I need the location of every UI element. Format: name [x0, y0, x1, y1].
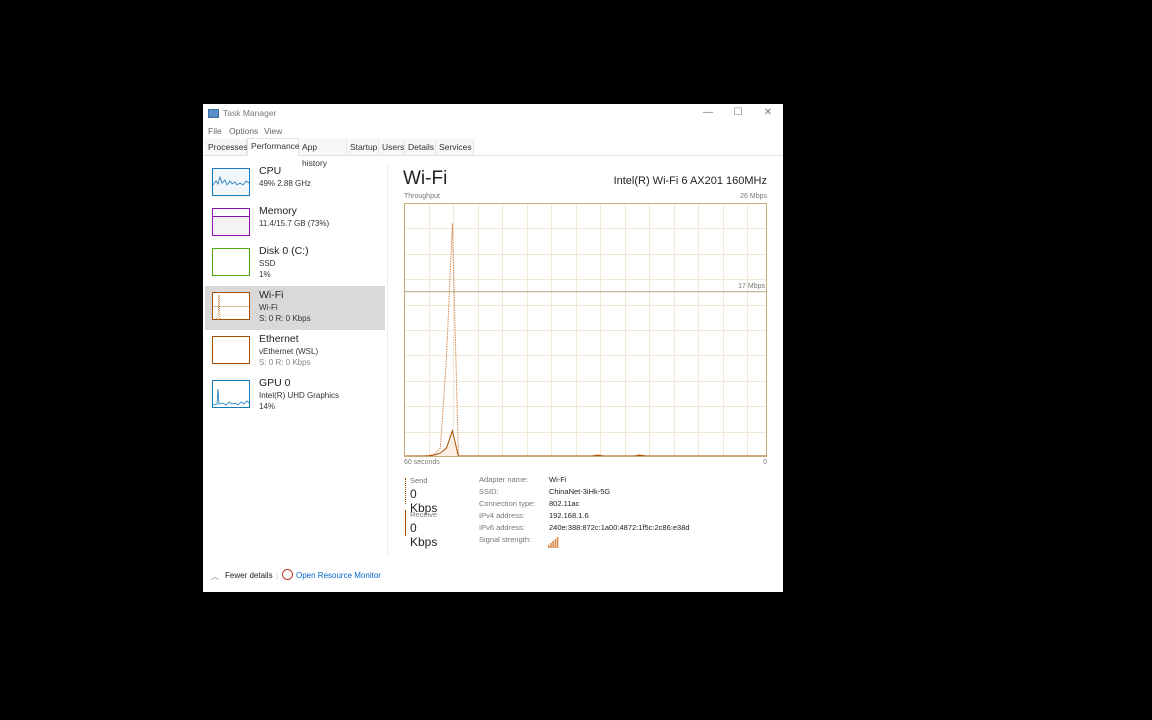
ethernet-thumbnail-graph: [212, 336, 250, 364]
title-bar[interactable]: Task Manager — ☐ ✕: [203, 104, 783, 124]
send-legend-marker: [405, 478, 406, 504]
sidebar-item-detail: SSD: [259, 259, 276, 268]
sidebar-item-cpu[interactable]: CPU 49% 2.88 GHz: [205, 162, 385, 204]
sidebar-item-detail: vEthernet (WSL): [259, 347, 319, 356]
signal-bar: [548, 545, 550, 548]
footer-divider: |: [276, 571, 279, 580]
y-max-label: 26 Mbps: [740, 193, 767, 200]
fewer-details-button[interactable]: Fewer details: [225, 571, 273, 580]
tab-services[interactable]: Services: [436, 139, 474, 155]
tab-app-history[interactable]: App history: [299, 139, 347, 168]
cpu-thumbnail-graph: [212, 168, 250, 196]
detail-value: ChinaNet-3iHk-5G: [549, 487, 611, 496]
close-button[interactable]: ✕: [753, 104, 783, 124]
panel-divider[interactable]: [387, 164, 388, 556]
resource-monitor-icon: [282, 569, 293, 580]
receive-label: Receive: [410, 510, 438, 519]
wifi-thumbnail-line: [215, 294, 221, 319]
sidebar-item-detail: Intel(R) UHD Graphics: [259, 391, 340, 400]
adapter-model: Intel(R) Wi-Fi 6 AX201 160MHz: [613, 175, 767, 187]
signal-bar: [552, 541, 554, 548]
performance-sidebar: CPU 49% 2.88 GHz Memory 11.4/15.7 GB (73…: [203, 160, 388, 560]
signal-bar: [556, 537, 559, 548]
menu-options[interactable]: Options: [229, 126, 258, 136]
sidebar-item-throughput: S: 0 R: 0 Kbps: [259, 358, 311, 367]
detail-key: IPv6 address:: [479, 523, 525, 532]
detail-key: IPv4 address:: [479, 511, 525, 520]
detail-value: 192.168.1.6: [549, 511, 589, 520]
maximize-button[interactable]: ☐: [723, 104, 753, 124]
sidebar-item-name: Disk 0 (C:): [259, 245, 309, 257]
sidebar-item-memory[interactable]: Memory 11.4/15.7 GB (73%): [205, 202, 385, 244]
sidebar-item-name: Ethernet: [259, 333, 299, 345]
sidebar-item-throughput: S: 0 R: 0 Kbps: [259, 314, 311, 323]
signal-bar: [550, 543, 552, 548]
sidebar-item-name: Memory: [259, 205, 297, 217]
detail-value: Wi-Fi: [549, 475, 567, 484]
throughput-chart: [404, 203, 767, 457]
minimize-button[interactable]: —: [693, 104, 723, 124]
detail-key: Connection type:: [479, 499, 536, 508]
chart-title: Throughput: [404, 193, 440, 200]
sidebar-item-usage: 14%: [259, 402, 276, 411]
menu-view[interactable]: View: [264, 126, 282, 136]
detail-value: 240e:388:872c:1a00:4872:1f5c:2c86:e38d: [549, 523, 690, 532]
detail-key: Signal strength:: [479, 535, 532, 544]
wifi-thumbnail-graph: [212, 292, 250, 320]
sidebar-item-detail: 11.4/15.7 GB (73%): [259, 219, 330, 228]
sidebar-item-disk[interactable]: Disk 0 (C:) SSD 1%: [205, 242, 385, 284]
sidebar-item-ethernet[interactable]: Ethernet vEthernet (WSL) S: 0 R: 0 Kbps: [205, 330, 385, 372]
window-title: Task Manager: [223, 108, 277, 118]
detail-value: 802.11ac: [549, 499, 580, 508]
chevron-up-icon[interactable]: ︿: [211, 571, 219, 582]
gpu-thumbnail-line: [213, 388, 249, 406]
sidebar-item-detail: Wi-Fi: [259, 303, 278, 312]
tab-details[interactable]: Details: [405, 139, 436, 155]
tab-performance[interactable]: Performance: [247, 138, 300, 156]
receive-value: 0 Kbps: [410, 521, 438, 549]
sidebar-item-detail: 49% 2.88 GHz: [259, 179, 312, 188]
open-resource-monitor-link[interactable]: Open Resource Monitor: [296, 571, 381, 580]
page-title: Wi-Fi: [403, 168, 448, 189]
send-label: Send: [410, 476, 428, 485]
tab-bar: Processes Performance App history Startu…: [203, 138, 783, 168]
cpu-thumbnail-line: [213, 175, 249, 186]
memory-thumbnail-graph: [212, 208, 250, 236]
disk-thumbnail-graph: [212, 248, 250, 276]
sidebar-item-name: CPU: [259, 165, 282, 177]
x-axis-right-label: 0: [763, 459, 767, 466]
detail-key: Adapter name:: [479, 475, 529, 484]
signal-strength-icon: [548, 535, 560, 553]
memory-fill: [213, 216, 249, 235]
tab-users[interactable]: Users: [379, 139, 405, 155]
reference-line-label: 17 Mbps: [738, 282, 765, 290]
sidebar-item-name: Wi-Fi: [259, 289, 284, 301]
gpu-thumbnail-graph: [212, 380, 250, 408]
x-axis-left-label: 60 seconds: [404, 459, 440, 466]
task-manager-window: Task Manager — ☐ ✕ File Options View Pro…: [203, 104, 783, 592]
sidebar-item-usage: 1%: [259, 270, 271, 279]
tab-startup[interactable]: Startup: [347, 139, 379, 155]
sidebar-item-gpu[interactable]: GPU 0 Intel(R) UHD Graphics 14%: [205, 374, 385, 416]
menu-file[interactable]: File: [208, 126, 222, 136]
receive-legend-marker: [405, 510, 406, 536]
sidebar-item-name: GPU 0: [259, 377, 291, 389]
tab-processes[interactable]: Processes: [205, 139, 248, 155]
task-manager-app-icon: [208, 109, 219, 118]
receive-series-line: [404, 223, 767, 457]
chart-grid: [404, 203, 767, 457]
sidebar-item-wifi[interactable]: Wi-Fi Wi-Fi S: 0 R: 0 Kbps: [205, 286, 385, 330]
detail-key: SSID:: [479, 487, 499, 496]
signal-bar: [554, 539, 557, 548]
footer-bar: ︿ Fewer details | Open Resource Monitor: [203, 568, 783, 584]
